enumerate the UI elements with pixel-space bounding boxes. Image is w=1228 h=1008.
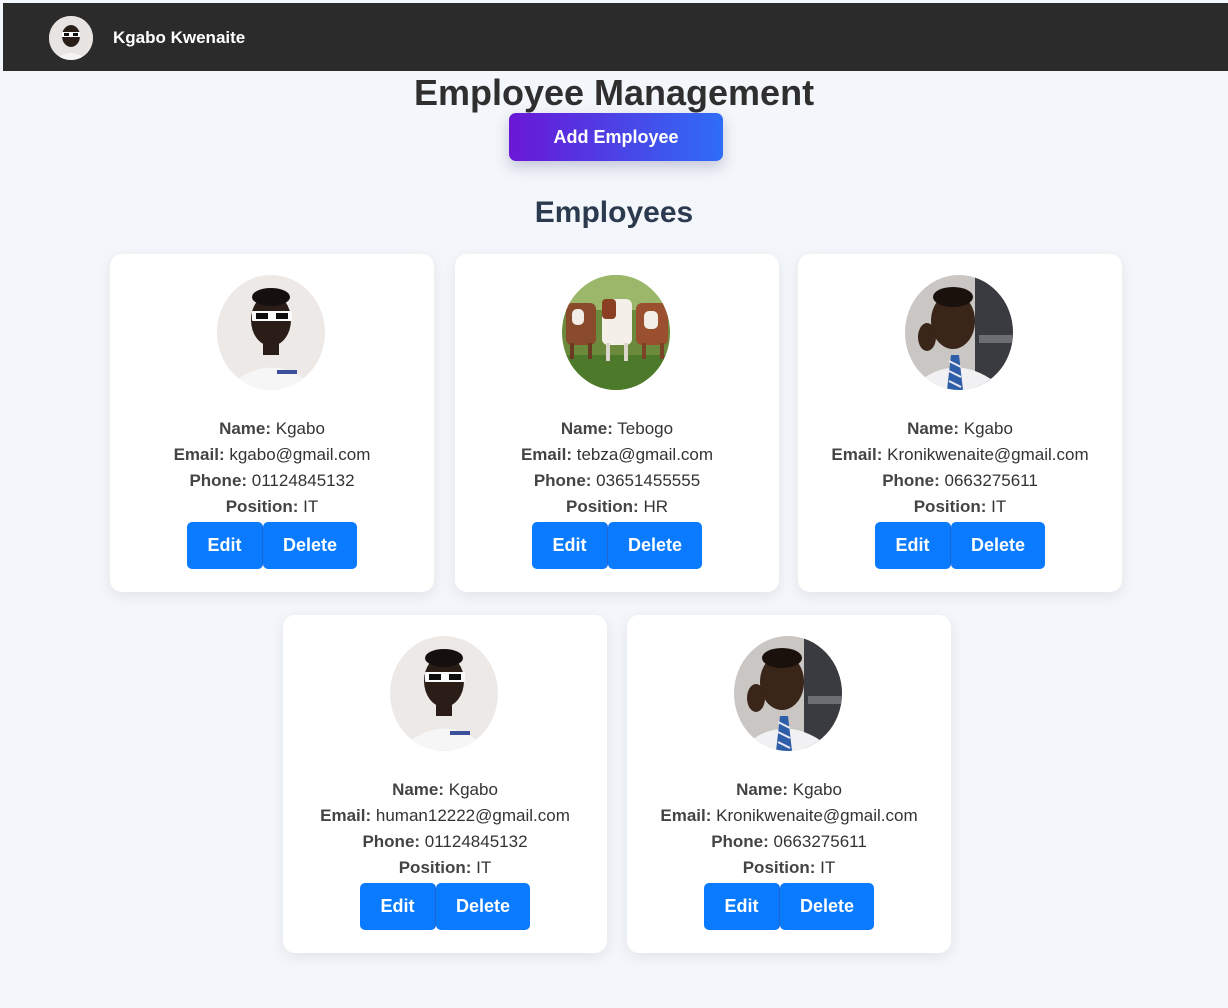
edit-button[interactable]: Edit: [360, 883, 436, 930]
employee-phone-label: Phone:: [882, 471, 940, 490]
navbar: Kgabo Kwenaite: [3, 3, 1228, 71]
employee-phone: 01124845132: [247, 471, 355, 490]
employee-name: Kgabo: [444, 780, 498, 799]
employee-actions: Edit Delete: [455, 522, 779, 569]
edit-button[interactable]: Edit: [704, 883, 780, 930]
man-sunglasses-photo-icon: [217, 275, 325, 390]
employee-email-label: Email:: [520, 445, 572, 464]
man-sunglasses-photo-icon: [390, 636, 498, 751]
employee-name-row: Name: Kgabo: [798, 416, 1122, 442]
employee-email: tebza@gmail.com: [572, 445, 714, 464]
employee-email: Kronikwenaite@gmail.com: [882, 445, 1089, 464]
employee-email: Kronikwenaite@gmail.com: [711, 806, 918, 825]
employee-info: Name: Kgabo Email: kgabo@gmail.com Phone: …: [110, 416, 434, 520]
employee-phone-row: Phone: 01124845132: [283, 829, 607, 855]
employee-position: IT: [471, 858, 492, 877]
employee-email: kgabo@gmail.com: [224, 445, 371, 464]
employee-name-row: Name: Kgabo: [627, 777, 951, 803]
employee-phone: 01124845132: [420, 832, 528, 851]
employee-phone: 03651455555: [591, 471, 701, 490]
employee-email-label: Email:: [320, 806, 372, 825]
employee-info: Name: Kgabo Email: human12222@gmail.com Ph…: [283, 777, 607, 881]
employee-card: Name: Kgabo Email: Kronikwenaite@gmail.co…: [627, 615, 951, 953]
delete-button[interactable]: Delete: [608, 522, 702, 569]
employee-phone-label: Phone:: [533, 471, 592, 490]
employee-card: Name: Kgabo Email: kgabo@gmail.com Phone: …: [110, 254, 434, 592]
employee-email-row: Email: tebza@gmail.com: [455, 442, 779, 468]
employee-position-row: Position: HR: [455, 494, 779, 520]
employee-email: human12222@gmail.com: [371, 806, 570, 825]
employee-name-label: Name:: [907, 419, 960, 438]
employee-position-label: Position:: [398, 858, 472, 877]
employee-phone: 0663275611: [939, 471, 1038, 490]
employee-email-row: Email: kgabo@gmail.com: [110, 442, 434, 468]
employee-info: Name: Kgabo Email: Kronikwenaite@gmail.co…: [627, 777, 951, 881]
employee-phone-row: Phone: 01124845132: [110, 468, 434, 494]
page-title: Employee Management: [413, 72, 815, 113]
employee-name-label: Name:: [219, 419, 272, 438]
employee-position-label: Position:: [742, 858, 816, 877]
delete-button[interactable]: Delete: [436, 883, 530, 930]
employee-name-label: Name:: [560, 419, 613, 438]
edit-button[interactable]: Edit: [532, 522, 608, 569]
edit-button[interactable]: Edit: [875, 522, 951, 569]
employee-position-label: Position:: [913, 497, 987, 516]
employee-position-row: Position: IT: [110, 494, 434, 520]
employee-email-row: Email: human12222@gmail.com: [283, 803, 607, 829]
employee-actions: Edit Delete: [798, 522, 1122, 569]
employee-position: HR: [638, 497, 668, 516]
employee-name-row: Name: Tebogo: [455, 416, 779, 442]
user-avatar-icon[interactable]: [49, 16, 93, 60]
man-selfie-photo-icon: [905, 275, 1013, 390]
employee-card: Name: Kgabo Email: human12222@gmail.com Ph…: [283, 615, 607, 953]
employee-name: Kgabo: [959, 419, 1013, 438]
employee-position: IT: [815, 858, 836, 877]
employees-section-title: Employees: [534, 196, 694, 229]
employee-name: Kgabo: [271, 419, 325, 438]
employee-position-row: Position: IT: [627, 855, 951, 881]
delete-button[interactable]: Delete: [263, 522, 357, 569]
employee-phone-row: Phone: 03651455555: [455, 468, 779, 494]
employee-name: Kgabo: [788, 780, 842, 799]
employee-phone-label: Phone:: [189, 471, 248, 490]
employee-phone-label: Phone:: [362, 832, 421, 851]
employee-info: Name: Tebogo Email: tebza@gmail.com Phone:…: [455, 416, 779, 520]
employee-info: Name: Kgabo Email: Kronikwenaite@gmail.co…: [798, 416, 1122, 520]
employee-phone-row: Phone: 0663275611: [627, 829, 951, 855]
employee-actions: Edit Delete: [110, 522, 434, 569]
employee-email-row: Email: Kronikwenaite@gmail.com: [798, 442, 1122, 468]
employee-position-row: Position: IT: [798, 494, 1122, 520]
employee-position-label: Position:: [566, 497, 639, 516]
cows-photo-icon: [562, 275, 670, 390]
employee-name-label: Name:: [392, 780, 445, 799]
employee-email-label: Email:: [660, 806, 712, 825]
employee-name-row: Name: Kgabo: [283, 777, 607, 803]
employee-email-label: Email:: [831, 445, 883, 464]
employee-phone: 0663275611: [768, 832, 867, 851]
employee-email-label: Email:: [173, 445, 225, 464]
employee-name-label: Name:: [736, 780, 789, 799]
employee-position-label: Position:: [225, 497, 299, 516]
employee-position: IT: [298, 497, 319, 516]
navbar-user-name: Kgabo Kwenaite: [113, 28, 246, 47]
employee-phone-row: Phone: 0663275611: [798, 468, 1122, 494]
employee-email-row: Email: Kronikwenaite@gmail.com: [627, 803, 951, 829]
employee-card: Name: Tebogo Email: tebza@gmail.com Phone:…: [455, 254, 779, 592]
employee-name-row: Name: Kgabo: [110, 416, 434, 442]
employee-actions: Edit Delete: [627, 883, 951, 930]
employee-card: Name: Kgabo Email: Kronikwenaite@gmail.co…: [798, 254, 1122, 592]
employee-phone-label: Phone:: [711, 832, 769, 851]
edit-button[interactable]: Edit: [187, 522, 263, 569]
employee-position-row: Position: IT: [283, 855, 607, 881]
employee-name: Tebogo: [612, 419, 674, 438]
delete-button[interactable]: Delete: [951, 522, 1045, 569]
add-employee-button[interactable]: Add Employee: [509, 113, 723, 161]
employee-position: IT: [986, 497, 1007, 516]
delete-button[interactable]: Delete: [780, 883, 874, 930]
man-selfie-photo-icon: [734, 636, 842, 751]
employee-actions: Edit Delete: [283, 883, 607, 930]
